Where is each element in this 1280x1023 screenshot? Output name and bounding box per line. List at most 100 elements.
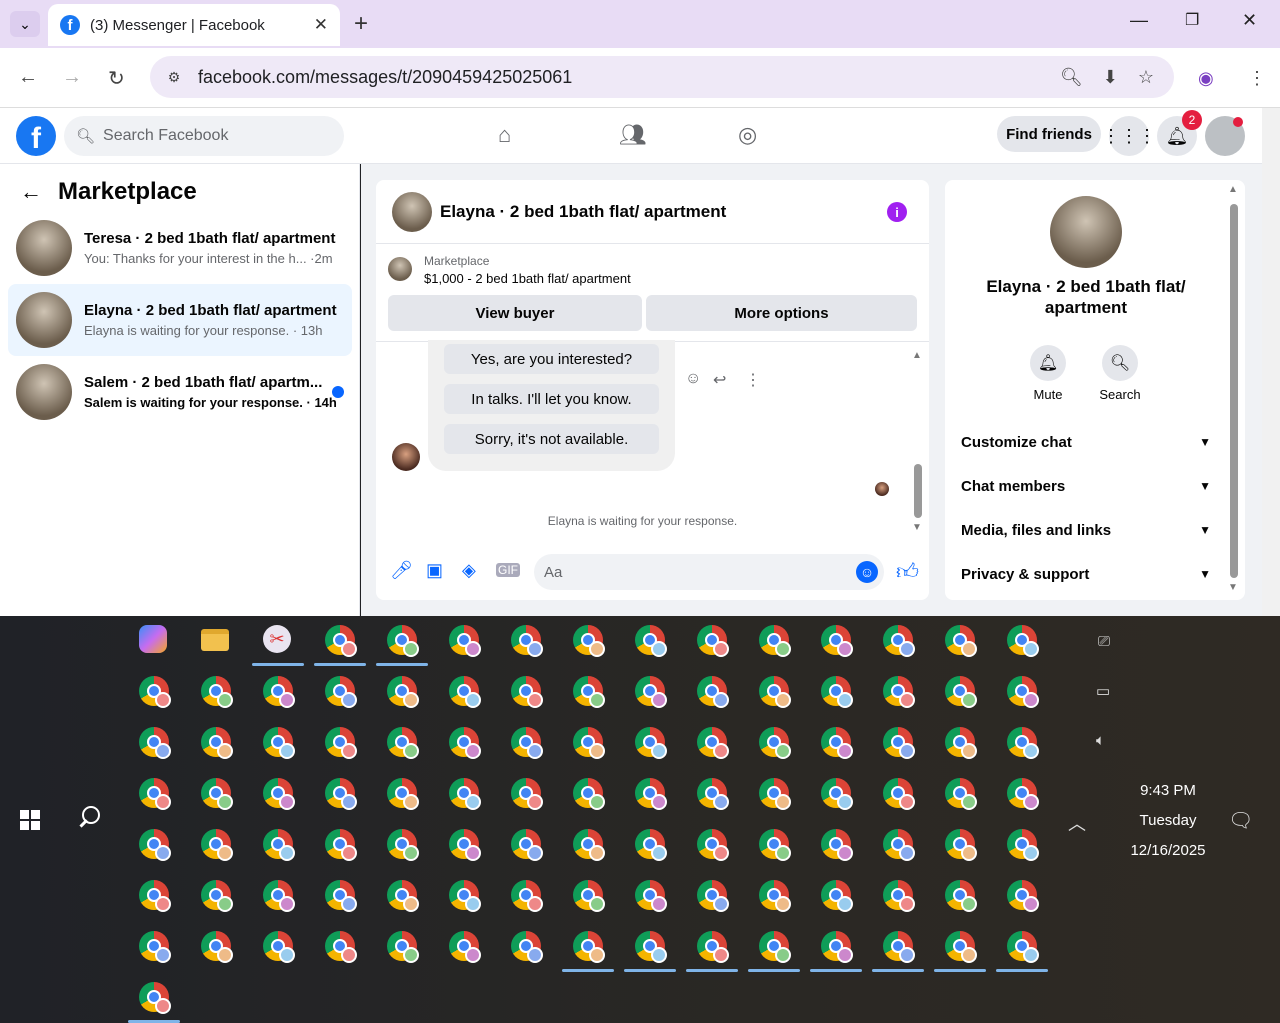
chrome-profile-icon[interactable] (1007, 880, 1039, 912)
chrome-profile-icon[interactable] (759, 778, 791, 810)
chrome-profile-icon[interactable] (263, 727, 295, 759)
home-icon[interactable]: ⌂ (498, 122, 511, 148)
microphone-icon[interactable]: 🎤︎ (390, 560, 413, 581)
chat-scrollbar[interactable]: ▲ ▼ (912, 350, 924, 536)
chrome-profile-icon[interactable] (573, 727, 605, 759)
chrome-profile-icon[interactable] (759, 931, 791, 963)
chrome-profile-icon[interactable] (387, 880, 419, 912)
chrome-profile-icon[interactable] (821, 931, 853, 963)
chrome-profile-icon[interactable] (635, 727, 667, 759)
reload-icon[interactable]: ↻ (108, 66, 125, 91)
section-customize-chat[interactable]: Customize chat ▼ (961, 424, 1211, 460)
chrome-profile-icon[interactable] (945, 727, 977, 759)
chrome-profile-icon[interactable] (387, 727, 419, 759)
back-icon[interactable]: ← (18, 66, 38, 89)
photo-icon[interactable]: ▣ (426, 560, 443, 581)
chrome-profile-icon[interactable] (449, 676, 481, 708)
chrome-profile-icon[interactable] (1007, 727, 1039, 759)
chrome-profile-icon[interactable] (325, 880, 357, 912)
chrome-profile-icon[interactable] (387, 625, 419, 657)
chrome-profile-icon[interactable] (573, 931, 605, 963)
chrome-profile-icon[interactable] (945, 676, 977, 708)
chrome-profile-icon[interactable] (945, 931, 977, 963)
chrome-profile-icon[interactable] (573, 880, 605, 912)
chrome-profile-icon[interactable] (1007, 931, 1039, 963)
chrome-profile-icon[interactable] (573, 778, 605, 810)
quick-reply-button[interactable]: In talks. I'll let you know. (444, 384, 659, 414)
browser-menu-icon[interactable]: ⋮ (1248, 68, 1266, 89)
browser-tab[interactable]: f (3) Messenger | Facebook ✕ (48, 4, 340, 46)
back-arrow-icon[interactable]: ← (20, 179, 42, 205)
chrome-profile-icon[interactable] (201, 931, 233, 963)
chrome-profile-icon[interactable] (201, 880, 233, 912)
info-icon[interactable]: i (887, 202, 907, 222)
chrome-profile-icon[interactable] (573, 625, 605, 657)
sticker-icon[interactable]: ◈ (462, 560, 476, 581)
section-media-files-links[interactable]: Media, files and links ▼ (961, 512, 1211, 548)
chrome-profile-icon[interactable] (201, 727, 233, 759)
chrome-profile-icon[interactable] (883, 829, 915, 861)
site-info-icon[interactable]: ⚙ (162, 65, 186, 89)
conversation-item-elayna[interactable]: Elayna · 2 bed 1bath flat/ apartment Ela… (8, 284, 352, 356)
chrome-profile-icon[interactable] (945, 880, 977, 912)
chat-header[interactable]: Elayna · 2 bed 1bath flat/ apartment i (376, 180, 929, 244)
chrome-profile-icon[interactable] (325, 778, 357, 810)
new-tab-button[interactable]: + (354, 10, 368, 38)
meet-now-icon[interactable]: ⎚ (1098, 633, 1110, 650)
conversation-item-salem[interactable]: Salem · 2 bed 1bath flat/ apartm... Sale… (8, 356, 352, 428)
chrome-profile-icon[interactable] (387, 676, 419, 708)
chrome-profile-icon[interactable] (387, 829, 419, 861)
chrome-profile-icon[interactable] (139, 931, 171, 963)
more-options-button[interactable]: More options (646, 295, 917, 331)
chrome-profile-icon[interactable] (139, 778, 171, 810)
chrome-profile-icon[interactable] (821, 625, 853, 657)
file-explorer-icon[interactable] (201, 625, 233, 657)
chrome-profile-icon[interactable] (263, 676, 295, 708)
friends-icon[interactable]: 👥︎ (619, 122, 647, 148)
section-chat-members[interactable]: Chat members ▼ (961, 468, 1211, 504)
chrome-profile-icon[interactable] (697, 829, 729, 861)
omnibox[interactable]: ⚙ facebook.com/messages/t/20904594250250… (150, 56, 1174, 98)
chrome-profile-icon[interactable] (573, 676, 605, 708)
chrome-profile-icon[interactable] (1007, 829, 1039, 861)
minimize-icon[interactable]: — (1130, 10, 1148, 31)
scroll-up-icon[interactable]: ▲ (912, 350, 922, 361)
show-hidden-icons-chevron-icon[interactable]: ︿ (1068, 810, 1086, 836)
profile-icon[interactable]: ◉ (1198, 68, 1214, 89)
chrome-profile-icon[interactable] (511, 880, 543, 912)
install-app-icon[interactable]: ⬇ (1103, 67, 1118, 88)
chrome-profile-icon[interactable] (511, 931, 543, 963)
chrome-profile-icon[interactable] (697, 676, 729, 708)
chrome-profile-icon[interactable] (201, 676, 233, 708)
quick-reply-button[interactable]: Sorry, it's not available. (444, 424, 659, 454)
chrome-profile-icon[interactable] (697, 778, 729, 810)
details-scrollbar[interactable]: ▲ ▼ (1228, 184, 1240, 593)
scroll-down-icon[interactable]: ▼ (1228, 582, 1238, 593)
reply-icon[interactable]: ↩ (713, 370, 726, 390)
chrome-profile-icon[interactable] (325, 829, 357, 861)
chrome-profile-icon[interactable] (1007, 676, 1039, 708)
gif-icon[interactable]: GIF (496, 563, 520, 577)
chrome-profile-icon[interactable] (883, 676, 915, 708)
thumbs-up-icon[interactable]: 👍︎ (896, 558, 919, 585)
maximize-icon[interactable]: ❐ (1185, 10, 1199, 30)
chrome-profile-icon[interactable] (139, 982, 171, 1014)
facebook-logo[interactable]: f (16, 116, 56, 156)
chrome-profile-icon[interactable] (449, 931, 481, 963)
chrome-profile-icon[interactable] (263, 931, 295, 963)
chrome-profile-icon[interactable] (139, 880, 171, 912)
chrome-profile-icon[interactable] (449, 829, 481, 861)
windows-start-icon[interactable] (20, 810, 40, 830)
chrome-profile-icon[interactable] (883, 778, 915, 810)
section-privacy-support[interactable]: Privacy & support ▼ (961, 556, 1211, 592)
page-scrollbar[interactable] (1262, 108, 1280, 616)
chrome-profile-icon[interactable] (635, 931, 667, 963)
chrome-profile-icon[interactable] (263, 778, 295, 810)
chrome-profile-icon[interactable] (883, 880, 915, 912)
chrome-profile-icon[interactable] (945, 829, 977, 861)
taskbar-search-icon[interactable] (76, 804, 104, 832)
chrome-profile-icon[interactable] (883, 727, 915, 759)
chrome-profile-icon[interactable] (201, 829, 233, 861)
chrome-profile-icon[interactable] (1007, 625, 1039, 657)
tab-close-icon[interactable]: ✕ (314, 15, 328, 35)
